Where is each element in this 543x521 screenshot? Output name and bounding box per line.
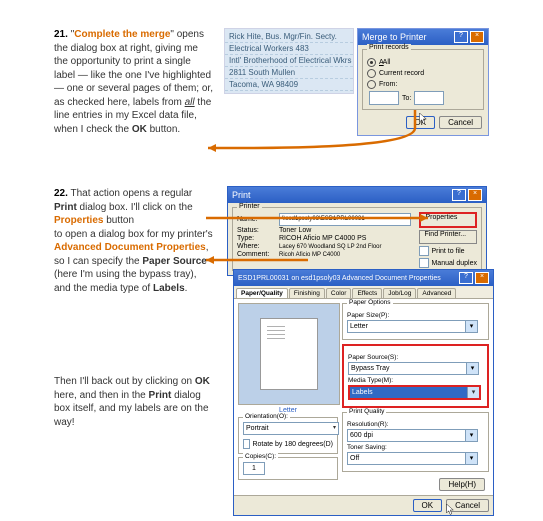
step-number: 22.: [54, 188, 68, 199]
highlighted-label-preview: Rick Hite, Bus. Mgr/Fin. Secty. Electric…: [224, 28, 354, 94]
radio-icon: [367, 69, 376, 78]
step-23-text: Then I'll back out by clicking on OK her…: [54, 375, 214, 429]
label-line: Electrical Workers 483: [225, 43, 353, 55]
cancel-button[interactable]: Cancel: [446, 499, 489, 512]
chevron-down-icon: ▾: [466, 363, 478, 374]
tab-paper-quality[interactable]: Paper/Quality: [236, 288, 288, 298]
titlebar: Print ? ×: [228, 187, 486, 203]
tab-finishing[interactable]: Finishing: [289, 288, 325, 298]
paper-preview-page: ▬▬▬▬▬▬▬▬▬▬▬▬▬▬▬▬▬▬▬▬▬▬▬▬: [260, 318, 318, 390]
advanced-document-properties-dialog: ESD1PRL00031 on esd1psoly03 Advanced Doc…: [233, 269, 494, 516]
paper-source-media-group: Paper Source(S): Bypass Tray▾ Media Type…: [342, 344, 489, 408]
titlebar: Merge to Printer ? ×: [358, 29, 488, 45]
from-input[interactable]: [369, 91, 399, 105]
print-to-file-checkbox[interactable]: Print to file: [419, 246, 477, 256]
print-quality-group: Print Quality Resolution(R): 600 dpi▾ To…: [342, 412, 489, 472]
copies-spinner[interactable]: 1: [243, 462, 265, 475]
help-icon[interactable]: ?: [459, 272, 473, 284]
chevron-down-icon: ▾: [465, 453, 477, 464]
radio-current[interactable]: Current record: [367, 69, 479, 78]
properties-button[interactable]: Properties: [419, 212, 477, 228]
paper-preview: ▬▬▬▬▬▬▬▬▬▬▬▬▬▬▬▬▬▬▬▬▬▬▬▬: [238, 303, 340, 405]
close-icon[interactable]: ×: [468, 189, 482, 201]
chevron-down-icon: ▾: [465, 430, 477, 441]
to-input[interactable]: [414, 91, 444, 105]
dialog-title: Print: [232, 190, 251, 200]
copies-group: Copies(C): 1: [238, 457, 338, 480]
label-line: Rick Hite, Bus. Mgr/Fin. Secty.: [225, 31, 353, 43]
group-legend: Print records: [367, 44, 411, 51]
close-icon[interactable]: ×: [470, 31, 484, 43]
media-type-select[interactable]: Labels▾: [348, 385, 481, 400]
orientation-group: Orientation(O): Portrait▾ Rotate by 180 …: [238, 417, 338, 454]
titlebar: ESD1PRL00031 on esd1psoly03 Advanced Doc…: [234, 270, 493, 286]
radio-icon: [367, 58, 376, 67]
manual-duplex-checkbox[interactable]: Manual duplex: [419, 258, 477, 268]
tab-color[interactable]: Color: [326, 288, 352, 298]
help-icon[interactable]: ?: [454, 31, 468, 43]
chevron-down-icon: ▾: [333, 423, 336, 434]
printer-name-select[interactable]: \\esd1psoly03\ESD1PRL00031: [279, 213, 411, 226]
find-printer-button[interactable]: Find Printer...: [419, 230, 477, 244]
help-icon[interactable]: ?: [452, 189, 466, 201]
step-22-text: 22. That action opens a regular Print di…: [54, 187, 214, 295]
chevron-down-icon: ▾: [467, 387, 479, 398]
chevron-down-icon: ▾: [465, 321, 477, 332]
checkbox-icon: [419, 258, 429, 268]
checkbox-icon: [419, 246, 429, 256]
label-line: 2811 South Mullen: [225, 67, 353, 79]
radio-icon: [367, 80, 376, 89]
resolution-select[interactable]: 600 dpi▾: [347, 429, 478, 442]
tab-job-log[interactable]: Job/Log: [383, 288, 416, 298]
orientation-select[interactable]: Portrait▾: [243, 422, 339, 435]
ok-button[interactable]: OK: [413, 499, 443, 512]
radio-from[interactable]: From:: [367, 80, 479, 89]
close-icon[interactable]: ×: [475, 272, 489, 284]
complete-merge-title: Complete the merge: [74, 29, 170, 40]
toner-saving-select[interactable]: Off▾: [347, 452, 478, 465]
dialog-title: Merge to Printer: [362, 32, 427, 42]
merge-to-printer-dialog: Merge to Printer ? × Print records AAll …: [357, 28, 489, 136]
label-line: Intl' Brotherhood of Electrical Wkrs: [225, 55, 353, 67]
tabs: Paper/Quality Finishing Color Effects Jo…: [234, 286, 493, 299]
print-records-group: Print records AAll Current record From: …: [362, 49, 484, 110]
label-line: Tacoma, WA 98409: [225, 79, 353, 91]
radio-all[interactable]: AAll: [367, 58, 479, 67]
step-number: 21.: [54, 29, 68, 40]
step-21-text: 21. "Complete the merge" opens the dialo…: [54, 28, 214, 136]
dialog-title: ESD1PRL00031 on esd1psoly03 Advanced Doc…: [238, 275, 441, 282]
paper-size-select[interactable]: Letter▾: [347, 320, 478, 333]
printer-group: Printer Name:\\esd1psoly03\ESD1PRL00031 …: [232, 207, 482, 271]
paper-options-group: Paper Options Paper Size(P): Letter▾: [342, 303, 489, 340]
paper-source-select[interactable]: Bypass Tray▾: [348, 362, 479, 375]
cancel-button[interactable]: Cancel: [439, 116, 482, 129]
tab-effects[interactable]: Effects: [352, 288, 382, 298]
help-button[interactable]: Help(H): [439, 478, 485, 491]
rotate-checkbox[interactable]: Rotate by 180 degrees(D): [243, 439, 333, 449]
print-dialog: Print ? × Printer Name:\\esd1psoly03\ESD…: [227, 186, 487, 276]
tab-advanced[interactable]: Advanced: [417, 288, 456, 298]
checkbox-icon: [243, 439, 250, 449]
ok-button[interactable]: OK: [406, 116, 436, 129]
